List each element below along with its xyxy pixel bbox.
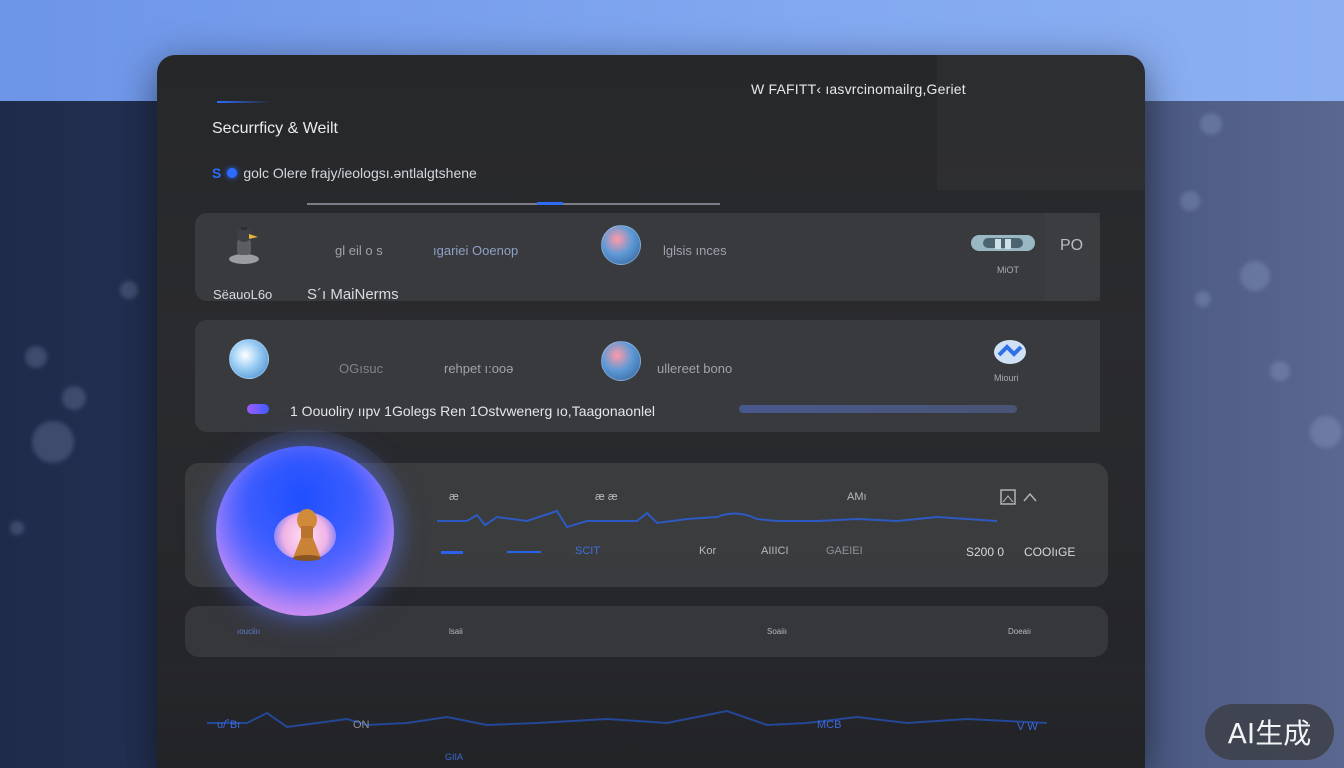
bottom-waveform — [207, 709, 1047, 729]
panel-glow — [937, 55, 1145, 190]
row-cell: lglsis ınces — [663, 243, 727, 258]
bokeh-dot — [120, 281, 138, 299]
activity-waveform — [437, 509, 997, 529]
bokeh-dot — [1195, 291, 1211, 307]
cloud-icon[interactable] — [969, 231, 1037, 255]
card-label: GAEIEI — [826, 545, 863, 557]
card-label: æ æ — [595, 491, 618, 503]
bokeh-dot — [25, 346, 47, 368]
side-text[interactable]: PO — [1060, 237, 1083, 255]
bokeh-dot — [1240, 261, 1270, 291]
card-label: Doeaiı — [1008, 627, 1032, 636]
notice-text: 1 Oouoliry ııpv 1Golegs Ren 1Ostvwenerg … — [290, 403, 655, 419]
page-title: Securrficy & Weilt — [212, 120, 338, 137]
row-label-left: SëauoL6o — [213, 287, 273, 302]
bokeh-dot — [1180, 191, 1200, 211]
row-cell: OGısuc — [339, 361, 384, 376]
image-icon[interactable] — [1000, 489, 1044, 505]
row-extension — [1045, 213, 1100, 301]
side-label: Miouri — [994, 373, 1019, 383]
bottom-label: V W — [1017, 721, 1038, 733]
bokeh-dot — [1310, 416, 1342, 448]
card-label: AIIICI — [761, 545, 789, 557]
bottom-label: GIIA — [445, 752, 464, 762]
row-cell: ıgariei Ooenop — [433, 243, 519, 258]
title-accent-line — [217, 101, 272, 103]
bell-icon — [293, 509, 321, 561]
subtitle-prefix: S — [212, 165, 222, 181]
header-text: W FAFITT‹ ıasvrcinomailrg,Geriet — [751, 81, 966, 97]
card-label: AMı — [847, 491, 867, 503]
bokeh-dot — [32, 421, 74, 463]
bottom-label: u/˚Bı — [217, 719, 241, 731]
card-label: æ — [449, 491, 459, 503]
side-label: MiOT — [997, 265, 1019, 275]
avatar-icon[interactable] — [229, 339, 269, 379]
card-label: lsaii — [449, 627, 463, 636]
page-subtitle: S golc Olere frajy/ieologsı.əntlalgtshen… — [212, 165, 477, 181]
bokeh-dot — [10, 521, 24, 535]
notice-pill-icon — [247, 404, 269, 414]
amount-value: S200 0 — [966, 545, 1005, 559]
row-label-mid: S´ı MaiNerms — [307, 286, 399, 303]
bottom-label: MCB — [817, 719, 842, 731]
subtitle-text: golc Olere frajy/ieologsı.əntlalgtshene — [243, 165, 477, 181]
ai-generated-badge: AI生成 — [1205, 704, 1334, 760]
avatar-icon[interactable] — [601, 341, 641, 381]
security-panel: W FAFITT‹ ıasvrcinomailrg,Geriet Securrf… — [157, 55, 1145, 768]
row-cell: gl eil o s — [335, 243, 383, 258]
assistant-orb[interactable] — [202, 430, 412, 630]
row-cell: rehpet ı:ooə — [444, 361, 514, 376]
avatar-icon[interactable] — [601, 225, 641, 265]
card-label: Soaiiı — [767, 627, 788, 636]
bokeh-dot — [62, 386, 86, 410]
status-value[interactable]: COOIıGE — [1024, 545, 1075, 559]
blue-tick — [507, 551, 541, 553]
progress-bar — [739, 405, 1017, 413]
blue-tick — [441, 551, 463, 554]
row-cell: ullereet bono — [657, 361, 733, 376]
card-label: Kor — [699, 545, 717, 557]
cloud-icon[interactable] — [993, 339, 1027, 365]
bokeh-dot — [1270, 361, 1290, 381]
tab-underline — [307, 203, 720, 205]
bottom-label: ON — [353, 719, 370, 731]
tab-active-indicator[interactable] — [537, 202, 563, 205]
bokeh-dot — [1200, 113, 1222, 135]
robot-icon — [229, 227, 259, 264]
card-label: SCIT — [575, 545, 601, 557]
status-dot-icon — [227, 168, 238, 178]
